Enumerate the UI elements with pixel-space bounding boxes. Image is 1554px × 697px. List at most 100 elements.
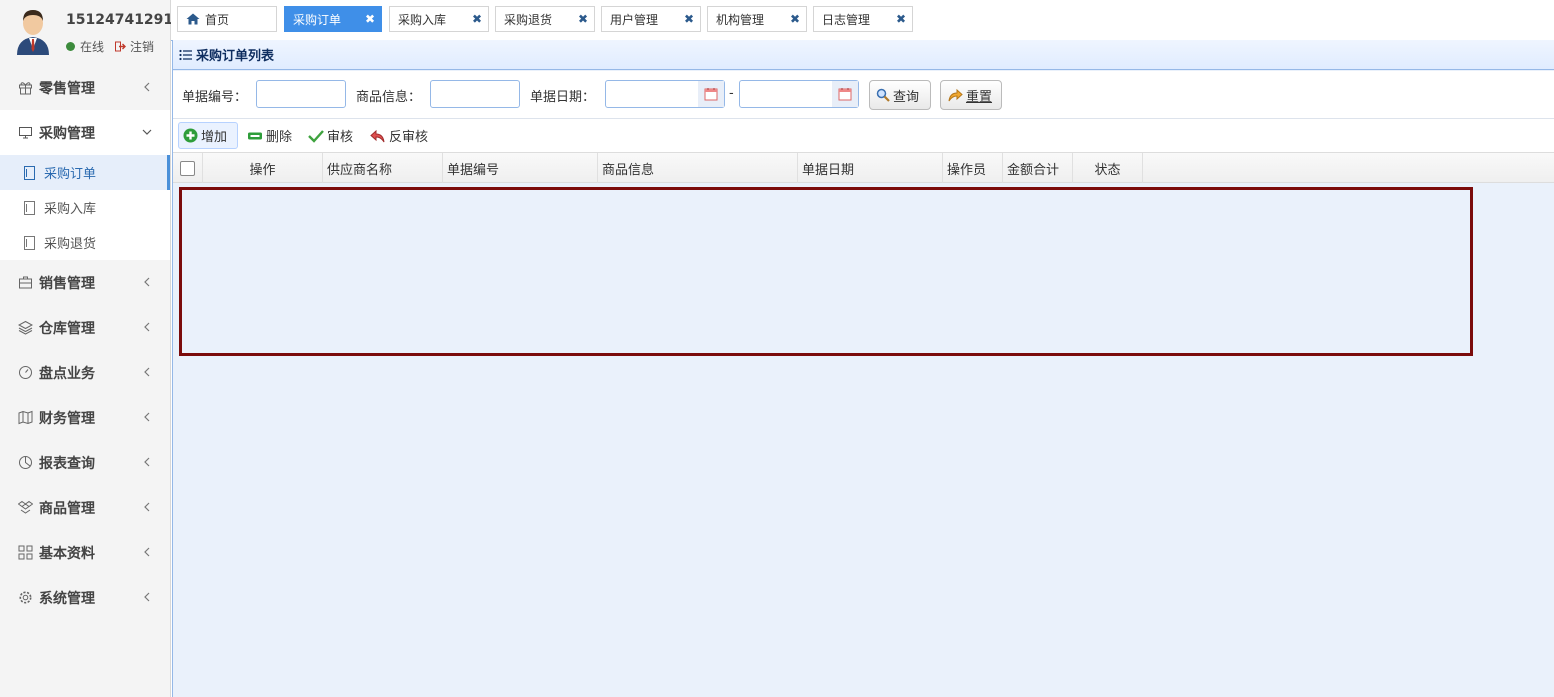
tab-label: 采购入库 (398, 12, 447, 27)
grid-icon (17, 545, 33, 561)
list-icon (179, 49, 193, 61)
tab-purchase-order[interactable]: 采购订单 ✖ (284, 6, 382, 32)
tab-user-management[interactable]: 用户管理 ✖ (601, 6, 701, 32)
menu-inventory-check[interactable]: 盘点业务 (0, 350, 170, 395)
menu-sales[interactable]: 销售管理 (0, 260, 170, 305)
chevron-left-icon (144, 277, 150, 287)
close-icon[interactable]: ✖ (682, 12, 696, 26)
undo-red-icon (370, 129, 386, 143)
sidebar: 15124741291 在线 注销 零售管理 采购管理 采购订单 采购入库 采购… (0, 0, 174, 697)
calendar-icon[interactable] (832, 81, 858, 107)
menu-purchase[interactable]: 采购管理 (0, 110, 170, 155)
audit-button[interactable]: 审核 (304, 122, 357, 149)
user-status: 在线 注销 (66, 38, 154, 55)
submenu-purchase-in[interactable]: 采购入库 (0, 190, 170, 225)
chevron-left-icon (144, 82, 150, 92)
menu-goods[interactable]: 商品管理 (0, 485, 170, 530)
column-header[interactable]: 操作 (203, 153, 323, 183)
column-label: 供应商名称 (327, 162, 393, 178)
column-header[interactable]: 单据编号 (443, 153, 598, 183)
column-header[interactable]: 商品信息 (598, 153, 798, 183)
tab-purchase-return[interactable]: 采购退货 ✖ (495, 6, 595, 32)
close-icon[interactable]: ✖ (788, 12, 802, 26)
menu-label: 报表查询 (39, 455, 95, 472)
menu-basic-data[interactable]: 基本资料 (0, 530, 170, 575)
user-name: 15124741291 (66, 12, 174, 28)
close-icon[interactable]: ✖ (576, 12, 590, 26)
column-header[interactable]: 单据日期 (798, 153, 943, 183)
logout-link[interactable]: 注销 (130, 38, 154, 55)
menu-label: 采购管理 (39, 125, 95, 142)
unaudit-button[interactable]: 反审核 (366, 122, 432, 149)
dropbox-icon (17, 500, 33, 516)
submenu-label: 采购订单 (44, 167, 97, 182)
close-icon[interactable]: ✖ (894, 12, 908, 26)
delete-button[interactable]: 删除 (243, 122, 296, 149)
home-icon (186, 13, 200, 25)
menu-label: 基本资料 (39, 545, 95, 562)
audit-label: 审核 (327, 130, 354, 145)
column-header[interactable]: 操作员 (943, 153, 1003, 183)
menu-label: 财务管理 (39, 410, 95, 427)
tab-org-management[interactable]: 机构管理 ✖ (707, 6, 807, 32)
menu-system[interactable]: 系统管理 (0, 575, 170, 620)
delete-label: 删除 (266, 130, 293, 145)
reset-button[interactable]: 重置 (940, 80, 1002, 110)
doc-no-input[interactable] (256, 80, 346, 108)
check-icon (308, 129, 324, 143)
tab-purchase-in[interactable]: 采购入库 ✖ (389, 6, 489, 32)
menu-warehouse[interactable]: 仓库管理 (0, 305, 170, 350)
submenu-label: 采购退货 (44, 237, 97, 252)
menu-finance[interactable]: 财务管理 (0, 395, 170, 440)
calendar-icon[interactable] (698, 81, 724, 107)
query-button[interactable]: 查询 (869, 80, 931, 110)
unaudit-label: 反审核 (389, 130, 429, 145)
briefcase-icon (17, 275, 33, 291)
add-button[interactable]: 增加 (178, 122, 238, 149)
close-icon[interactable]: ✖ (470, 12, 484, 26)
date-label: 单据日期： (530, 90, 596, 105)
chevron-left-icon (144, 322, 150, 332)
gauge-icon (17, 365, 33, 381)
chevron-left-icon (144, 502, 150, 512)
panel-header: 采购订单列表 (173, 40, 1554, 70)
side-menu: 零售管理 采购管理 采购订单 采购入库 采购退货 销售管理 仓库管理 盘点业务 … (0, 65, 170, 620)
map-icon (17, 410, 33, 426)
tab-home[interactable]: 首页 (177, 6, 277, 32)
tab-label: 用户管理 (610, 12, 659, 27)
grid-body (173, 183, 1554, 697)
column-header[interactable]: 供应商名称 (323, 153, 443, 183)
date-to-field[interactable] (739, 80, 859, 108)
chevron-left-icon (144, 367, 150, 377)
column-header[interactable]: 金额合计 (1003, 153, 1073, 183)
logout-icon[interactable] (115, 41, 127, 52)
submenu-purchase-return[interactable]: 采购退货 (0, 225, 170, 260)
search-form: 单据编号： 商品信息： 单据日期： - 查询 重置 (173, 71, 1554, 119)
add-label: 增加 (201, 130, 228, 145)
submenu-purchase-order[interactable]: 采购订单 (0, 155, 170, 190)
undo-icon (947, 88, 963, 102)
date-from-field[interactable] (605, 80, 725, 108)
tab-label: 采购订单 (293, 12, 342, 27)
monitor-icon (17, 125, 33, 141)
goods-input[interactable] (430, 80, 520, 108)
remove-icon (247, 130, 263, 142)
column-label: 金额合计 (1007, 162, 1060, 178)
column-label: 操作 (249, 162, 276, 178)
close-icon[interactable]: ✖ (363, 12, 377, 26)
main-panel: 采购订单列表 单据编号： 商品信息： 单据日期： - 查询 重置 增加 删除 审… (172, 40, 1554, 697)
select-all-checkbox[interactable] (180, 160, 195, 176)
column-label: 操作员 (947, 162, 987, 178)
pie-icon (17, 455, 33, 471)
tab-log-management[interactable]: 日志管理 ✖ (813, 6, 913, 32)
select-all-cell (173, 153, 203, 183)
menu-reports[interactable]: 报表查询 (0, 440, 170, 485)
tab-bar: 首页 采购订单 ✖ 采购入库 ✖ 采购退货 ✖ 用户管理 ✖ 机构管理 ✖ 日志… (171, 0, 1554, 41)
gear-icon (17, 590, 33, 606)
column-header[interactable]: 状态 (1073, 153, 1143, 183)
grid-header: 操作 供应商名称 单据编号 商品信息 单据日期 操作员 金额合计 状态 (173, 152, 1554, 183)
avatar (17, 10, 49, 55)
highlight-box (179, 187, 1473, 356)
gift-icon (17, 80, 33, 96)
menu-retail[interactable]: 零售管理 (0, 65, 170, 110)
